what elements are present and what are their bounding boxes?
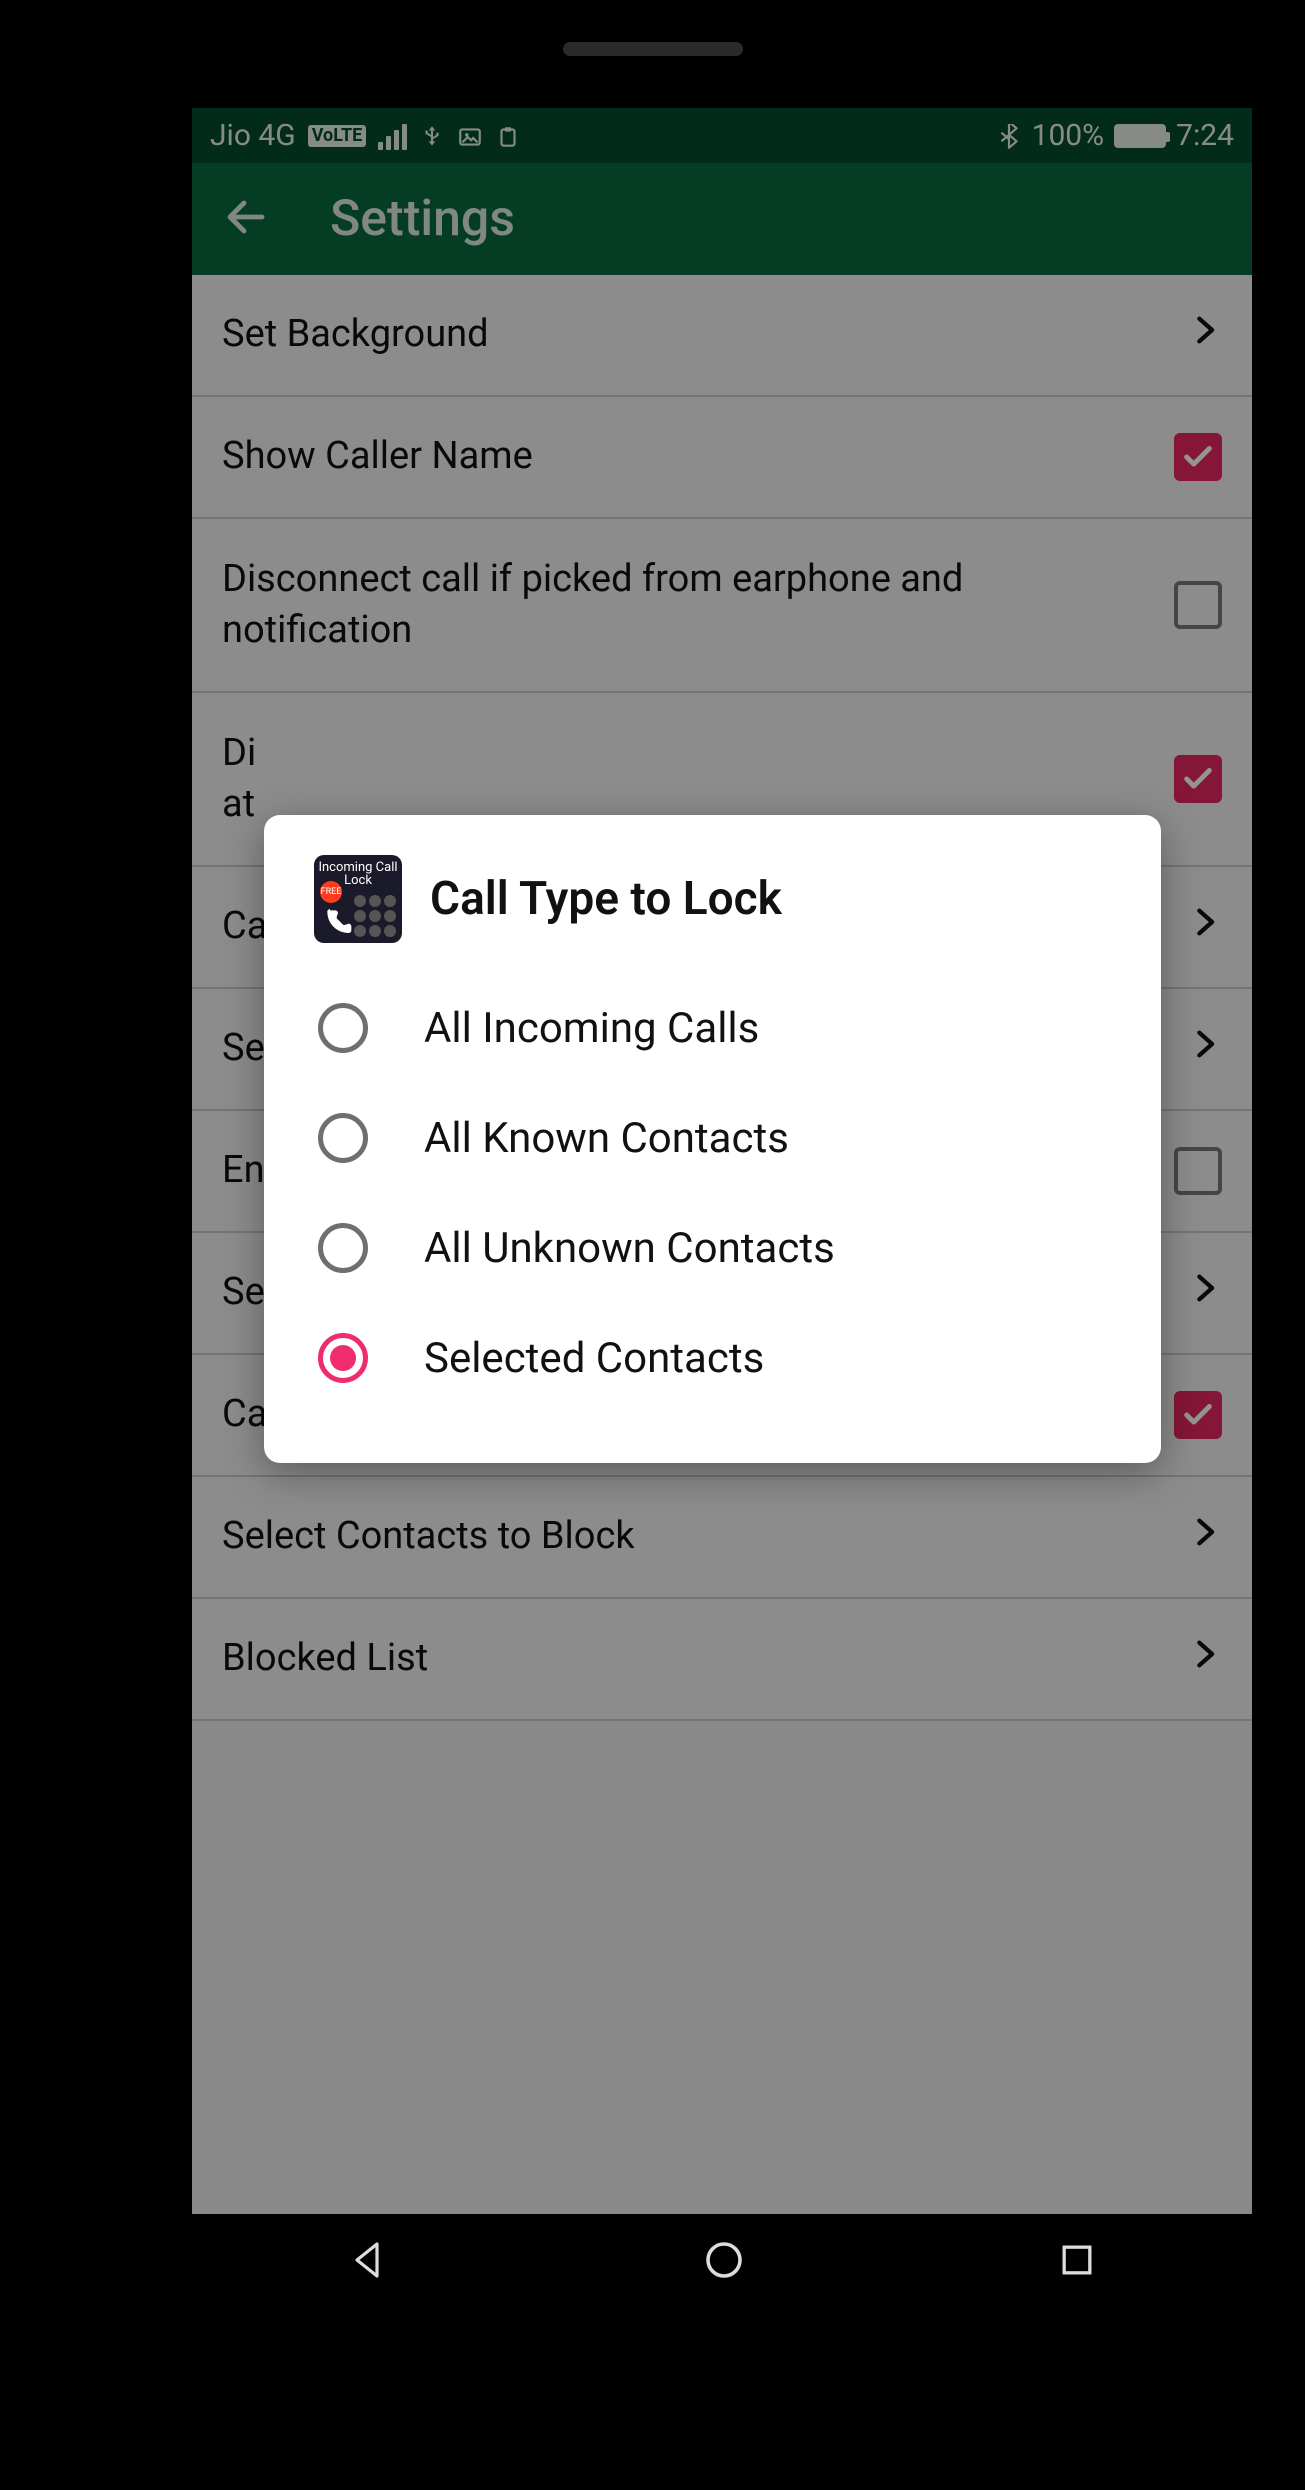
app-bar: Settings	[192, 163, 1252, 275]
row-label: Show Caller Name	[222, 431, 1174, 482]
row-show-caller-name[interactable]: Show Caller Name	[192, 397, 1252, 519]
dialog-title: Call Type to Lock	[430, 872, 782, 926]
option-all-incoming-calls[interactable]: All Incoming Calls	[314, 973, 1111, 1083]
back-arrow-icon[interactable]	[222, 193, 270, 245]
row-label: Blocked List	[222, 1633, 1188, 1684]
signal-icon	[378, 122, 407, 150]
battery-icon	[1114, 124, 1166, 148]
option-all-unknown-contacts[interactable]: All Unknown Contacts	[314, 1193, 1111, 1303]
chevron-right-icon	[1188, 1515, 1222, 1559]
bluetooth-icon	[996, 123, 1022, 149]
status-right: 100% 7:24	[996, 118, 1234, 153]
checkbox-checked-icon[interactable]	[1174, 1391, 1222, 1439]
chevron-right-icon	[1188, 313, 1222, 357]
row-label: Disconnect call if picked from earphone …	[222, 554, 1174, 657]
keypad-icon	[354, 895, 396, 937]
phone-icon	[322, 905, 354, 937]
status-left: Jio 4G VoLTE	[210, 118, 521, 153]
nav-back-icon[interactable]	[345, 2236, 393, 2288]
device-frame: Jio 4G VoLTE 100%	[70, 10, 1235, 2480]
option-label: Selected Contacts	[424, 1334, 764, 1383]
row-label-line2: at	[222, 782, 255, 826]
page-title: Settings	[330, 190, 515, 248]
option-selected-contacts[interactable]: Selected Contacts	[314, 1303, 1111, 1413]
option-label: All Incoming Calls	[424, 1004, 759, 1053]
row-label: Select Contacts to Block	[222, 1511, 1188, 1562]
row-set-background[interactable]: Set Background	[192, 275, 1252, 397]
chevron-right-icon	[1188, 1271, 1222, 1315]
chevron-right-icon	[1188, 1637, 1222, 1681]
row-blocked-list[interactable]: Blocked List	[192, 1599, 1252, 1721]
nav-recent-icon[interactable]	[1055, 2238, 1099, 2286]
status-bar: Jio 4G VoLTE 100%	[192, 108, 1252, 163]
option-all-known-contacts[interactable]: All Known Contacts	[314, 1083, 1111, 1193]
radio-selected-icon	[318, 1333, 368, 1383]
app-icon: Incoming Call Lock FREE	[314, 855, 402, 943]
row-disconnect-earphone[interactable]: Disconnect call if picked from earphone …	[192, 519, 1252, 693]
clock-label: 7:24	[1176, 118, 1234, 153]
nav-home-icon[interactable]	[700, 2236, 748, 2288]
chevron-right-icon	[1188, 905, 1222, 949]
usb-icon	[419, 123, 445, 149]
radio-unselected-icon	[318, 1223, 368, 1273]
dialog-call-type-to-lock: Incoming Call Lock FREE Call Type to Loc…	[264, 815, 1161, 1463]
checkbox-checked-icon[interactable]	[1174, 433, 1222, 481]
row-select-contacts-block[interactable]: Select Contacts to Block	[192, 1477, 1252, 1599]
checkbox-unchecked-icon[interactable]	[1174, 1147, 1222, 1195]
option-label: All Known Contacts	[424, 1114, 789, 1163]
radio-unselected-icon	[318, 1113, 368, 1163]
device-speaker	[563, 42, 743, 56]
dialog-header: Incoming Call Lock FREE Call Type to Loc…	[314, 855, 1111, 943]
battery-percent-label: 100%	[1032, 118, 1105, 153]
free-badge: FREE	[320, 881, 342, 903]
row-label: Set Background	[222, 309, 1188, 360]
checkbox-checked-icon[interactable]	[1174, 755, 1222, 803]
option-label: All Unknown Contacts	[424, 1224, 835, 1273]
clipboard-icon	[495, 123, 521, 149]
checkbox-unchecked-icon[interactable]	[1174, 581, 1222, 629]
carrier-label: Jio 4G	[210, 118, 296, 153]
row-label-line1: Di	[222, 731, 256, 775]
radio-unselected-icon	[318, 1003, 368, 1053]
chevron-right-icon	[1188, 1027, 1222, 1071]
gallery-icon	[457, 123, 483, 149]
android-nav-bar	[192, 2214, 1252, 2310]
volte-badge: VoLTE	[308, 125, 367, 147]
